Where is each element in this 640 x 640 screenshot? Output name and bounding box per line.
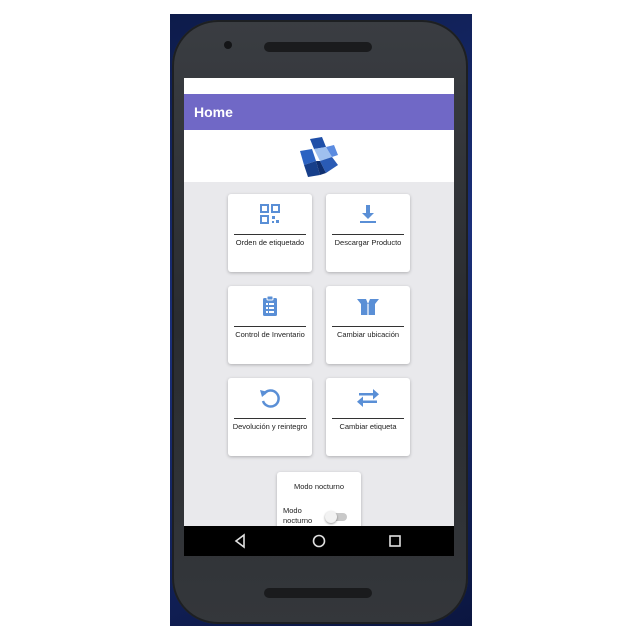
night-mode-toggle-label: Modo nocturno (283, 506, 313, 525)
card-label: Control de Inventario (235, 330, 305, 339)
menu-card-cambiar-etiqueta[interactable]: Cambiar etiqueta (326, 378, 410, 456)
card-label: Cambiar etiqueta (339, 422, 397, 431)
earpiece-speaker (264, 42, 372, 52)
clipboard-list-icon (263, 295, 277, 316)
front-camera (224, 41, 232, 49)
card-divider (234, 418, 306, 419)
menu-card-cambiar-ubicacion[interactable]: Cambiar ubicación (326, 286, 410, 364)
undo-icon (260, 389, 280, 408)
qr-code-icon (260, 204, 280, 224)
swap-icon (357, 389, 379, 407)
logo-header (184, 130, 454, 182)
menu-card-descargar-producto[interactable]: Descargar Producto (326, 194, 410, 272)
bottom-speaker (264, 588, 372, 598)
menu-card-orden-etiquetado[interactable]: Orden de etiquetado (228, 194, 312, 272)
card-label: Devolución y reintegro (232, 422, 308, 431)
phone-frame: Home Orden de etiquetado Descargar Produ… (172, 20, 468, 624)
recents-icon[interactable] (386, 532, 404, 550)
app-screen: Home Orden de etiquetado Descargar Produ… (184, 78, 454, 556)
app-bar: Home (184, 94, 454, 130)
status-bar (184, 78, 454, 94)
card-divider (234, 234, 306, 235)
card-divider (234, 326, 306, 327)
menu-card-devolucion-reintegro[interactable]: Devolución y reintegro (228, 378, 312, 456)
cube-logo-icon (300, 137, 338, 177)
card-label: Orden de etiquetado (235, 238, 305, 247)
card-divider (332, 418, 404, 419)
home-icon[interactable] (310, 532, 328, 550)
system-nav-bar (184, 526, 454, 556)
night-mode-switch[interactable] (325, 511, 347, 523)
card-label: Cambiar ubicación (336, 330, 400, 339)
card-divider (332, 234, 404, 235)
card-divider (332, 326, 404, 327)
back-icon[interactable] (232, 532, 250, 550)
switch-thumb[interactable] (325, 511, 337, 523)
open-box-icon (357, 299, 379, 315)
page-title: Home (194, 104, 233, 120)
night-mode-title: Modo nocturno (293, 482, 345, 491)
download-icon (360, 205, 376, 223)
card-label: Descargar Producto (334, 238, 402, 247)
menu-card-control-inventario[interactable]: Control de Inventario (228, 286, 312, 364)
